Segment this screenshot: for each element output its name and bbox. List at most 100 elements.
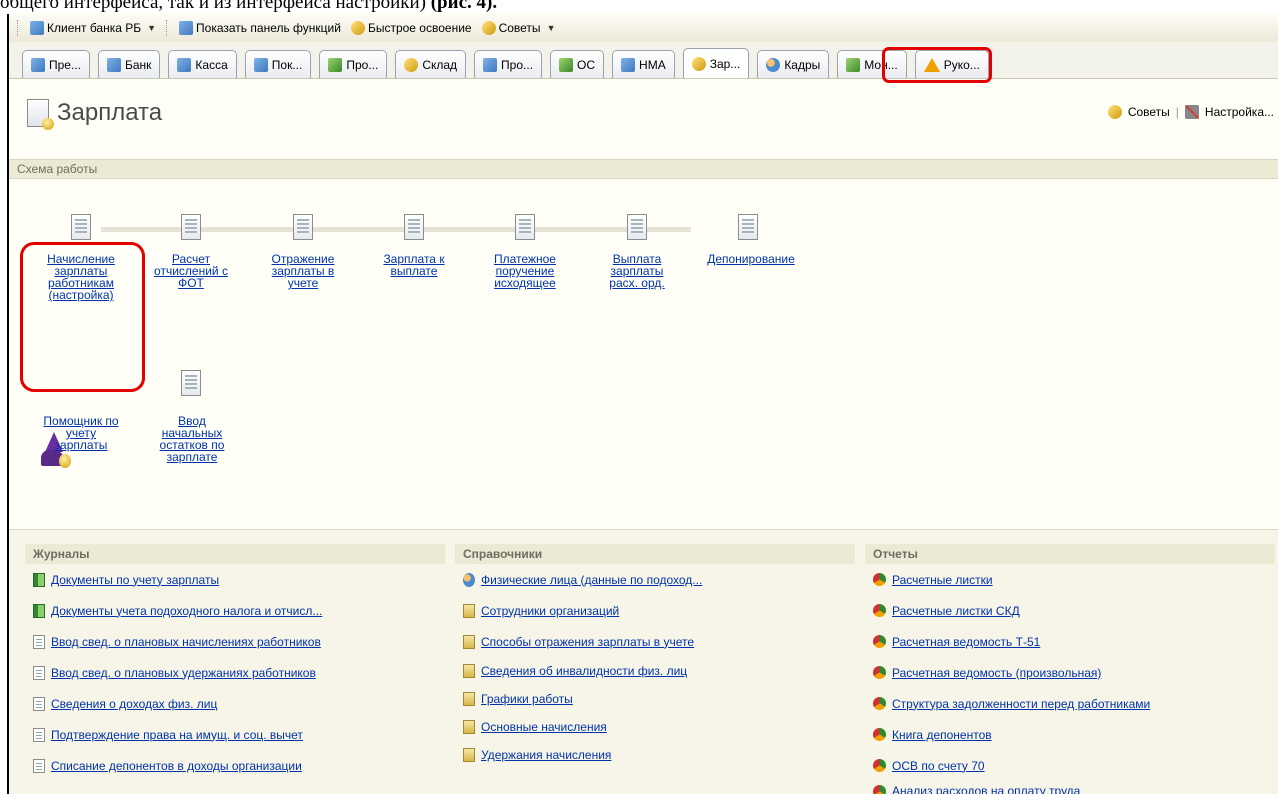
workflow-document-icon[interactable] — [293, 214, 313, 240]
intangible-assets-icon — [621, 57, 636, 72]
bank-client-button[interactable]: Клиент банка РБ ▼ — [26, 19, 160, 37]
list-item: Анализ расходов на оплату труда — [865, 781, 1275, 794]
catalog-icon — [463, 664, 475, 678]
tips-toolbar-label: Советы — [498, 21, 541, 35]
list-item: Сотрудники организаций — [455, 595, 855, 626]
report-link[interactable]: Анализ расходов на оплату труда — [892, 784, 1080, 794]
quick-start-label: Быстрое освоение — [367, 21, 472, 35]
workflow-document-icon[interactable] — [71, 214, 91, 240]
journal-link[interactable]: Документы учета подоходного налога и отч… — [51, 604, 322, 618]
tab-production[interactable]: Про... — [319, 50, 388, 78]
document-icon — [33, 665, 45, 680]
list-item: Ввод свед. о плановых начислениях работн… — [25, 626, 445, 657]
report-link[interactable]: Расчетные листки СКД — [892, 604, 1020, 618]
journal-link[interactable]: Подтверждение права на имущ. и соц. выче… — [51, 728, 303, 742]
tab-enterprise[interactable]: Пре... — [22, 50, 90, 78]
report-link[interactable]: Книга депонентов — [892, 728, 992, 742]
tab-intangible-assets[interactable]: НМА — [612, 50, 675, 78]
page-title: Зарплата — [57, 99, 163, 126]
salary-page: Зарплата Советы | Настройка... Схема раб… — [9, 78, 1278, 794]
journal-link[interactable]: Списание депонентов в доходы организации — [51, 759, 302, 773]
journal-green-icon — [33, 572, 45, 587]
tab-label: Касса — [195, 57, 228, 72]
catalog-link[interactable]: Способы отражения зарплаты в учете — [481, 635, 694, 649]
report-icon — [873, 759, 886, 772]
show-function-panel-label: Показать панель функций — [196, 21, 341, 35]
chevron-down-icon[interactable]: ▼ — [547, 23, 556, 33]
show-function-panel-button[interactable]: Показать панель функций — [175, 19, 345, 37]
catalogs-panel: Справочники Физические лица (данные по п… — [455, 544, 855, 769]
report-link[interactable]: ОСВ по счету 70 — [892, 759, 985, 773]
workflow-accounting-link[interactable]: Отражение зарплаты в учете — [253, 253, 353, 289]
catalog-link[interactable]: Графики работы — [481, 692, 573, 706]
reports-panel: Отчеты Расчетные листки Расчетные листки… — [865, 544, 1275, 794]
report-icon — [873, 728, 886, 741]
salary-assistant-link[interactable]: Помощник по учету зарплаты — [29, 415, 133, 451]
catalog-link[interactable]: Основные начисления — [481, 720, 607, 734]
tab-label: Банк — [124, 57, 152, 72]
journal-link[interactable]: Сведения о доходах физ. лиц — [51, 697, 217, 711]
warehouse-icon — [404, 57, 419, 72]
workflow-payment-order-link[interactable]: Платежное поручение исходящее — [475, 253, 575, 289]
toolbar-grip[interactable] — [17, 20, 20, 36]
catalog-link[interactable]: Физические лица (данные по подоход... — [481, 573, 702, 587]
tab-salary[interactable]: Зар... — [682, 48, 750, 78]
journal-link[interactable]: Ввод свед. о плановых начислениях работн… — [51, 635, 321, 649]
salary-icon — [691, 56, 706, 71]
report-icon — [873, 573, 886, 586]
tab-fixed-assets[interactable]: ОС — [550, 50, 605, 78]
divider: | — [1175, 105, 1179, 119]
workflow-cash-payout-link[interactable]: Выплата зарплаты расх. орд. — [587, 253, 687, 289]
tab-label: НМА — [639, 57, 666, 72]
tab-label: Про... — [346, 57, 379, 72]
workflow-document-icon[interactable] — [404, 214, 424, 240]
tab-staff[interactable]: Кадры — [757, 50, 830, 78]
document-icon[interactable] — [181, 370, 201, 396]
list-item: Расчетные листки — [865, 564, 1275, 595]
catalog-link[interactable]: Удержания начисления — [481, 748, 611, 762]
catalog-icon — [463, 692, 475, 706]
tab-cash[interactable]: Касса — [168, 50, 237, 78]
tips-toolbar-button[interactable]: Советы ▼ — [478, 19, 560, 37]
list-item: Ввод свед. о плановых удержаниях работни… — [25, 657, 445, 688]
toolbar-grip[interactable] — [166, 20, 169, 36]
catalog-link[interactable]: Сотрудники организаций — [481, 604, 619, 618]
purchase-icon — [253, 57, 268, 72]
journal-link[interactable]: Документы по учету зарплаты — [51, 573, 219, 587]
settings-link[interactable]: Настройка... — [1205, 105, 1274, 119]
report-link[interactable]: Расчетные листки — [892, 573, 993, 587]
report-link[interactable]: Структура задолженности перед работникам… — [892, 697, 1150, 711]
catalog-link[interactable]: Сведения об инвалидности физ. лиц — [481, 664, 687, 678]
report-link[interactable]: Расчетная ведомость (произвольная) — [892, 666, 1101, 680]
catalog-icon — [463, 720, 475, 734]
report-icon — [873, 784, 886, 794]
enterprise-icon — [31, 57, 45, 72]
initial-balances-link[interactable]: Ввод начальных остатков по зарплате — [147, 415, 237, 463]
tab-sales[interactable]: Про... — [474, 50, 543, 78]
tab-label: Пре... — [49, 57, 81, 72]
caption-figure-ref: (рис. 4). — [430, 0, 498, 12]
journal-link[interactable]: Ввод свед. о плановых удержаниях работни… — [51, 666, 316, 680]
tips-link[interactable]: Советы — [1128, 105, 1170, 119]
workflow-deductions-link[interactable]: Расчет отчислений с ФОТ — [141, 253, 241, 289]
list-item: Графики работы — [455, 685, 855, 713]
report-icon — [873, 635, 886, 648]
tips-icon — [481, 21, 496, 35]
bank-client-icon — [30, 21, 44, 35]
workflow-payable-link[interactable]: Зарплата к выплате — [364, 253, 464, 277]
settings-tools-icon — [1184, 105, 1199, 119]
tab-warehouse[interactable]: Склад — [395, 50, 467, 78]
workflow-deposit-link[interactable]: Депонирование — [699, 253, 803, 265]
document-caption: общего интерфейса, так и из интерфейса н… — [0, 0, 1278, 12]
quick-start-button[interactable]: Быстрое освоение — [347, 19, 476, 37]
workflow-document-icon[interactable] — [738, 214, 758, 240]
tab-purchase[interactable]: Пок... — [244, 50, 312, 78]
list-item: Структура задолженности перед работникам… — [865, 688, 1275, 719]
app-window: Клиент банка РБ ▼ Показать панель функци… — [7, 14, 1278, 794]
workflow-document-icon[interactable] — [181, 214, 201, 240]
chevron-down-icon[interactable]: ▼ — [147, 23, 156, 33]
workflow-document-icon[interactable] — [627, 214, 647, 240]
tab-bank[interactable]: Банк — [97, 50, 161, 78]
report-link[interactable]: Расчетная ведомость Т-51 — [892, 635, 1040, 649]
workflow-document-icon[interactable] — [515, 214, 535, 240]
